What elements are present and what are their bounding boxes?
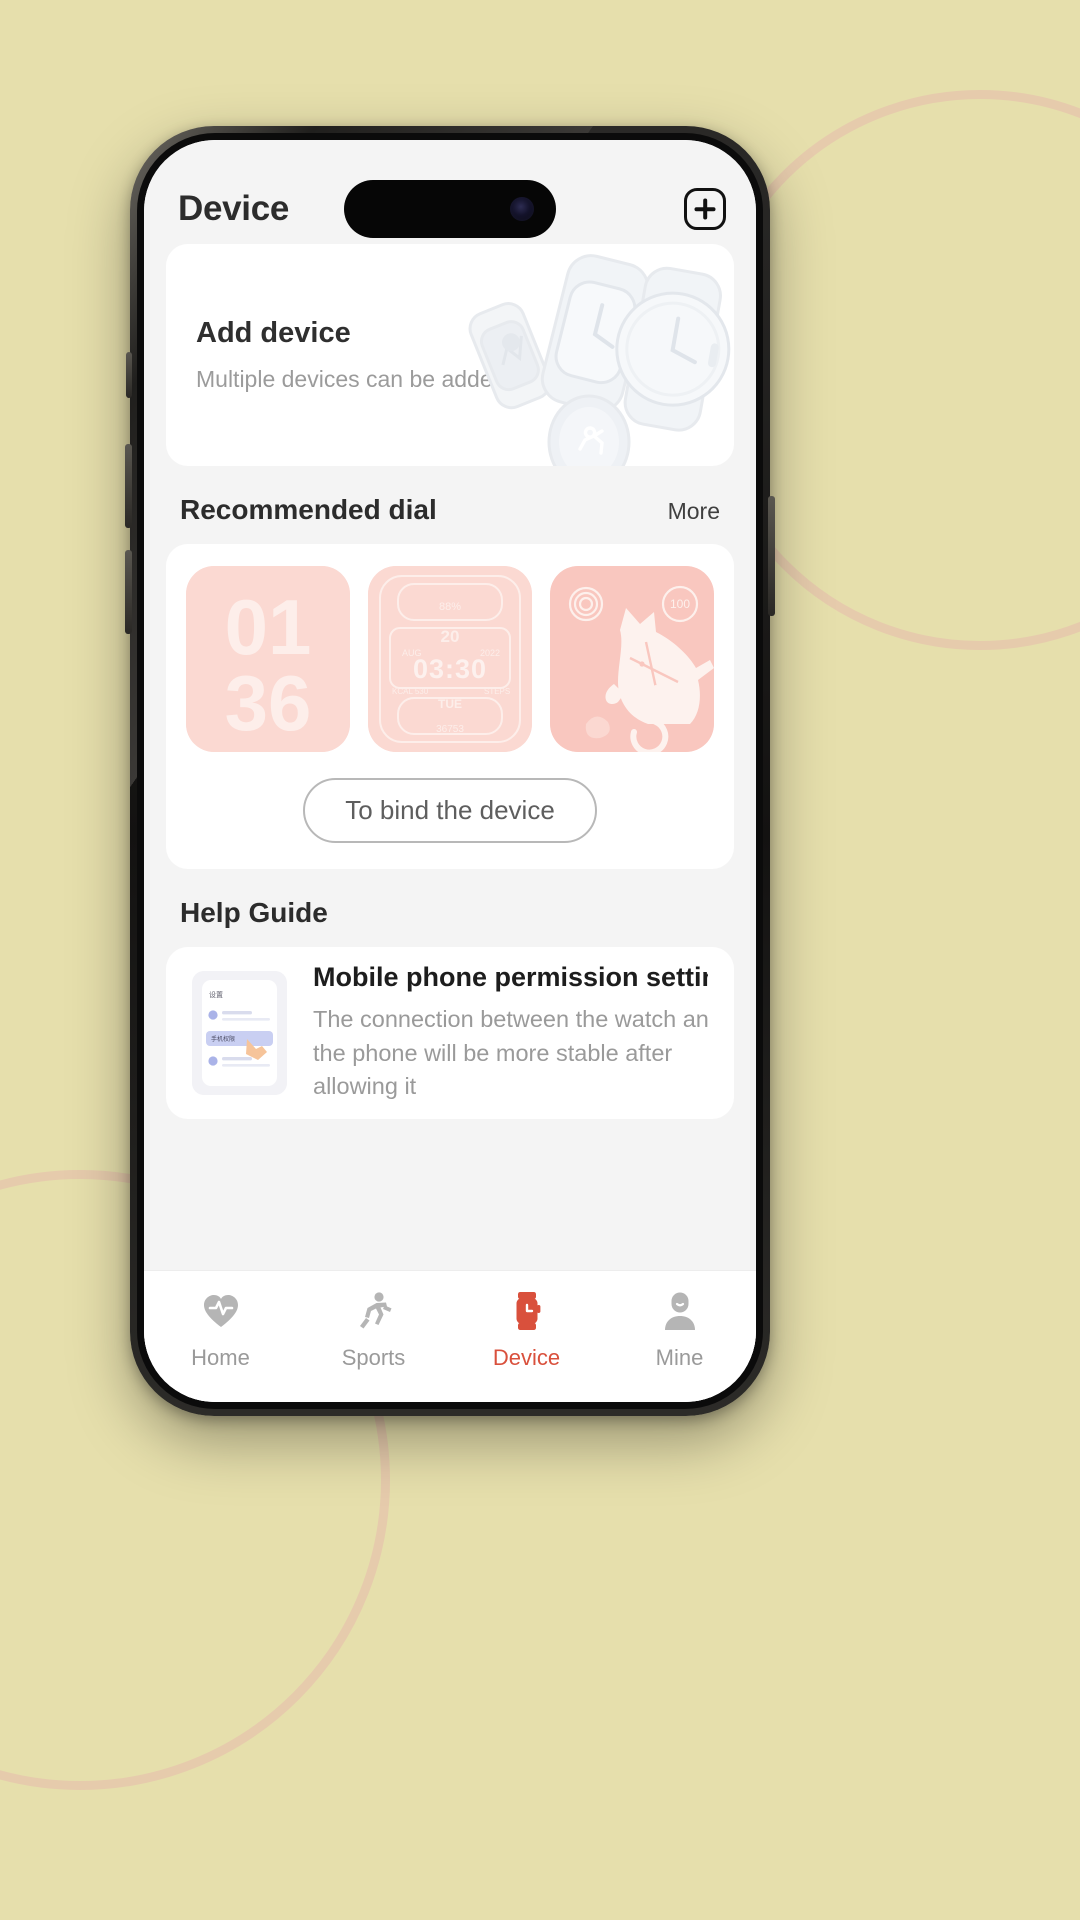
recommended-dial-more-link[interactable]: More [668,498,720,525]
phone-frame: Device Add device Multiple devices can b… [125,126,775,1416]
help-thumb-caption: 设置 [209,990,223,999]
help-guide-item-title: Mobile phone permission setting [313,962,708,993]
help-guide-item[interactable]: 设置 手机权限 Mobile phone permission setting … [166,947,734,1119]
help-guide-title: Help Guide [180,897,328,928]
volume-up-button[interactable] [125,444,132,528]
tab-device-label: Device [492,1345,561,1370]
dial3-ring-value: 100 [670,597,690,611]
dial1-line2: 36 [225,659,312,747]
dial2-battery: 88% [439,601,461,613]
tab-device[interactable]: Device [450,1289,603,1371]
dial2-bottom-metric: 36753 [436,724,464,735]
heart-pulse-icon [199,1289,243,1333]
tab-home-label: Home [191,1345,250,1370]
watches-illustration-icon [468,254,731,466]
dial2-left-metric: KCAL 530 [392,687,429,696]
tab-mine-label: Mine [655,1345,704,1370]
help-guide-item-description: The connection between the watch and the… [313,1006,708,1100]
front-camera-icon [510,197,534,221]
phone-screen: Device Add device Multiple devices can b… [144,140,756,1402]
silent-switch[interactable] [126,352,132,398]
help-guide-thumbnail: 设置 手机权限 [192,971,287,1095]
help-guide-texts: Mobile phone permission setting The conn… [313,962,708,1103]
device-app: Device Add device Multiple devices can b… [144,140,756,1402]
page-title: Device [178,189,290,228]
dial2-time: 03:30 [413,654,487,684]
bottom-tab-bar: Home Sports Device Mine [144,1270,756,1402]
dial1-line1: 01 [225,583,312,671]
smartwatch-icon [505,1289,549,1333]
dynamic-island [344,180,556,238]
phone-bezel: Device Add device Multiple devices can b… [137,133,763,1409]
tab-home[interactable]: Home [144,1289,297,1371]
help-guide-header: Help Guide [166,869,734,947]
tab-sports[interactable]: Sports [297,1289,450,1371]
dial-list: 01 36 88% 20 AUG 2022 03:30 KCAL 530 STE… [186,566,714,752]
dial-thumbnail-digital-data[interactable]: 88% 20 AUG 2022 03:30 KCAL 530 STEPS TUE… [368,566,532,752]
recommended-dial-card: 01 36 88% 20 AUG 2022 03:30 KCAL 530 STE… [166,544,734,869]
volume-down-button[interactable] [125,550,132,634]
bind-button-row: To bind the device [186,778,714,843]
dial2-weekday: TUE [438,697,462,711]
recommended-dial-title: Recommended dial [180,494,437,525]
add-device-card[interactable]: Add device Multiple devices can be added [166,244,734,466]
help-thumb-highlight: 手机权限 [211,1035,235,1043]
dial-thumbnail-horse[interactable]: 100 [550,566,714,752]
content-scroll-area[interactable]: Add device Multiple devices can be added [144,244,756,1270]
runner-icon [352,1289,396,1333]
tab-sports-label: Sports [341,1345,406,1370]
tab-mine[interactable]: Mine [603,1289,756,1371]
dial2-day: 20 [441,627,460,646]
to-bind-the-device-button[interactable]: To bind the device [303,778,597,843]
add-device-button[interactable] [684,188,726,230]
recommended-dial-header: Recommended dial More [166,466,734,544]
power-button[interactable] [768,496,775,616]
person-icon [658,1289,702,1333]
dial2-right-metric: STEPS [484,687,510,696]
dial-thumbnail-big-digits[interactable]: 01 36 [186,566,350,752]
